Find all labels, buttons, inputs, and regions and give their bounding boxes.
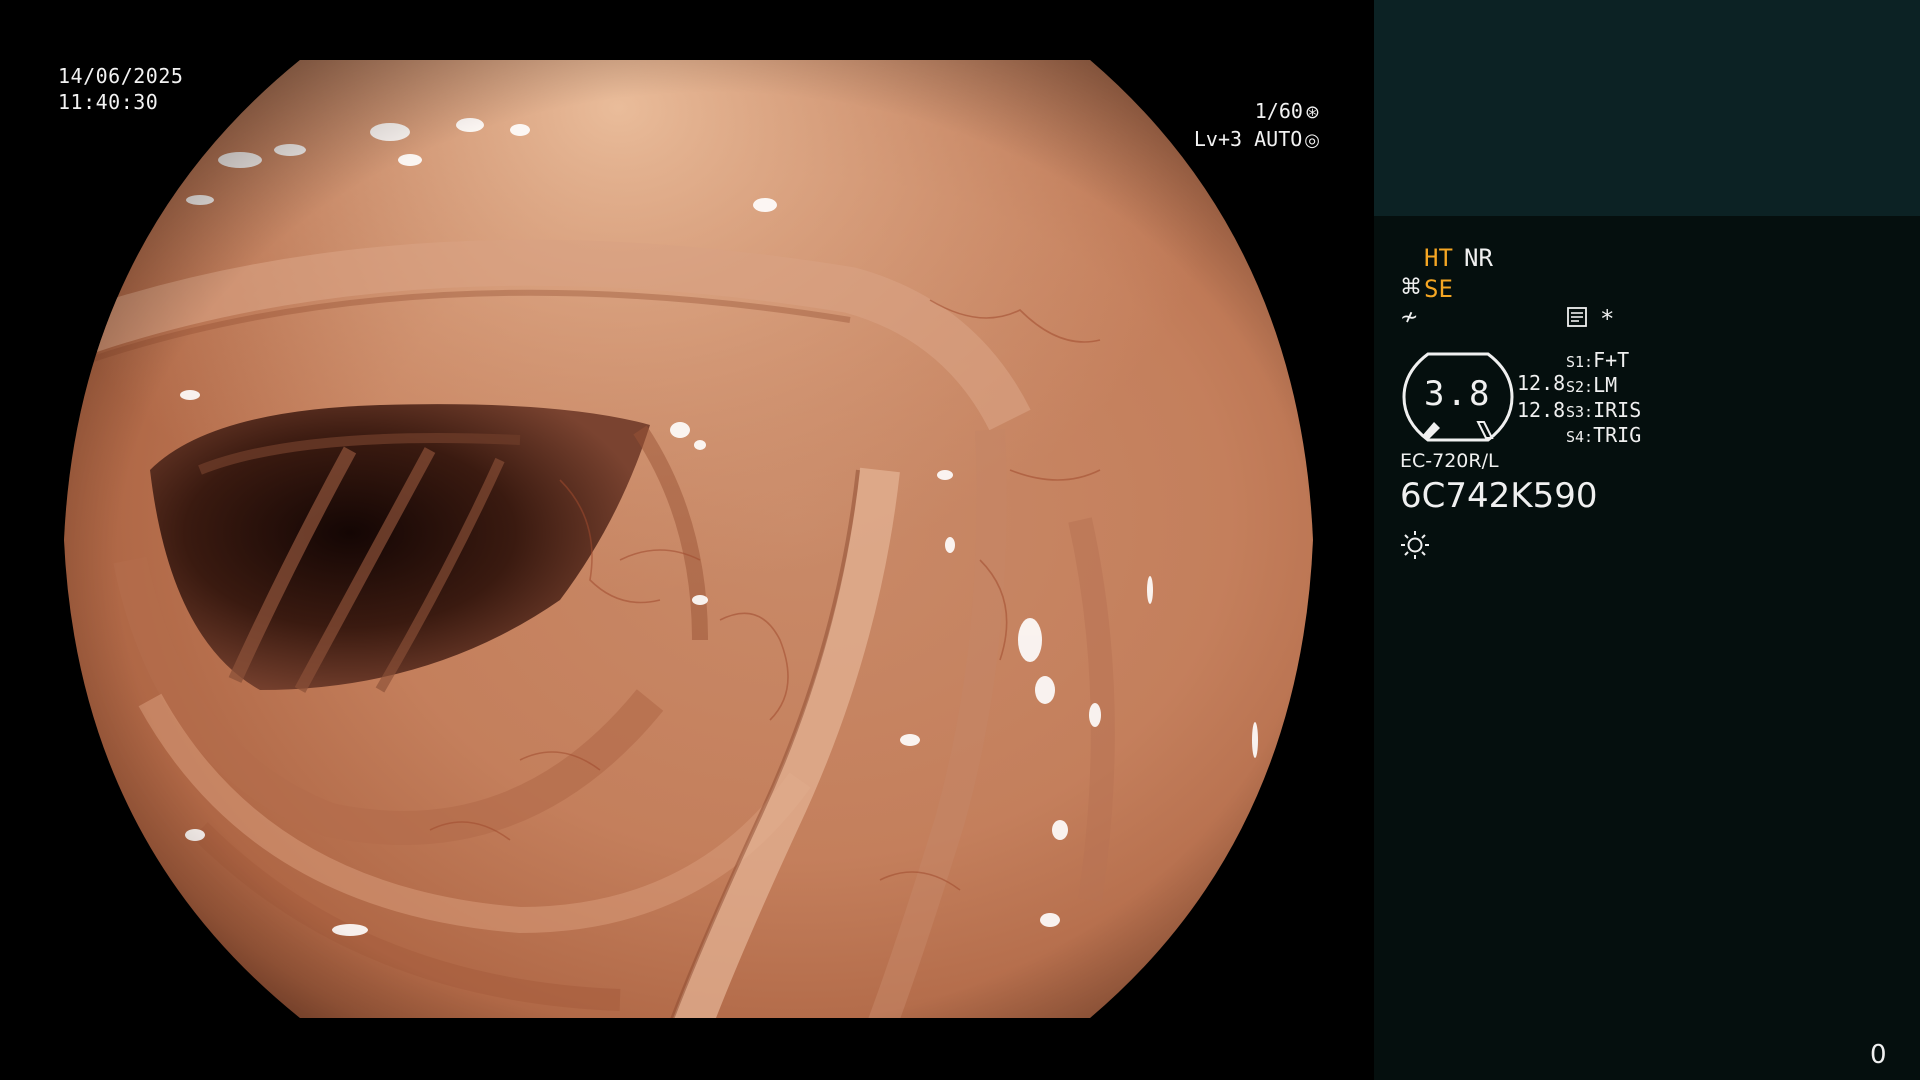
exam-time: 11:40:30 [58,90,159,114]
ht-label: HT [1424,244,1453,272]
status-panel: HT NR ⌘ SE ≁ * 3.8 12.8 12.8 S1:F+T S2:L… [1374,0,1920,1080]
patient-info-area [1374,0,1920,216]
shutter-speed-value: 1/60 [1254,99,1303,123]
edge-enhance-icon: ≁ [1400,305,1419,330]
endoscopy-monitor: 14/06/2025 11:40:30 1/60 ⊛ Lv+3 AUTO ◎ HT … [0,0,1920,1080]
magnification-value: 3.8 [1424,374,1492,414]
switch-key: S2: [1566,378,1594,396]
image-counter: 0 [1870,1040,1887,1070]
brightness-level-indicator: Lv+3 AUTO ◎ [1160,126,1320,154]
scope-serial-number: 6C742K590 [1400,476,1598,516]
exam-date: 14/06/2025 [58,64,184,88]
aperture-icon: ⊛ [1304,102,1320,123]
iris-mode-value: AUTO [1254,127,1303,151]
shutter-speed-indicator: 1/60 ⊛ [1180,98,1320,126]
switch-value: F+T [1593,348,1630,372]
switch-value: IRIS [1593,398,1642,422]
distance-value-2: 12.8 [1517,398,1566,422]
brightness-level-value: Lv+3 [1193,127,1243,151]
switch-s4: S4:TRIG [1566,423,1641,447]
switch-s1: S1:F+T [1566,348,1629,372]
iris-icon: ◎ [1304,130,1320,151]
switch-value: LM [1593,373,1618,397]
colon-lumen-image [64,60,1313,1018]
switch-key: S1: [1566,353,1594,371]
endoscope-video-view: 14/06/2025 11:40:30 1/60 ⊛ Lv+3 AUTO ◎ [0,0,1374,1080]
structure-enhancement-icon: ⌘ [1400,275,1422,300]
star-indicator: * [1600,305,1615,333]
switch-s2: S2:LM [1566,373,1617,397]
switch-s3: S3:IRIS [1566,398,1641,422]
memo-icon [1567,307,1587,327]
distance-value-1: 12.8 [1517,371,1566,395]
switch-key: S4: [1566,428,1594,446]
switch-key: S3: [1566,403,1594,421]
switch-value: TRIG [1593,423,1642,447]
se-label: SE [1424,275,1453,303]
light-source-icon [1401,531,1429,559]
nr-label: NR [1464,244,1493,272]
scope-model: EC-720R/L [1400,450,1499,472]
